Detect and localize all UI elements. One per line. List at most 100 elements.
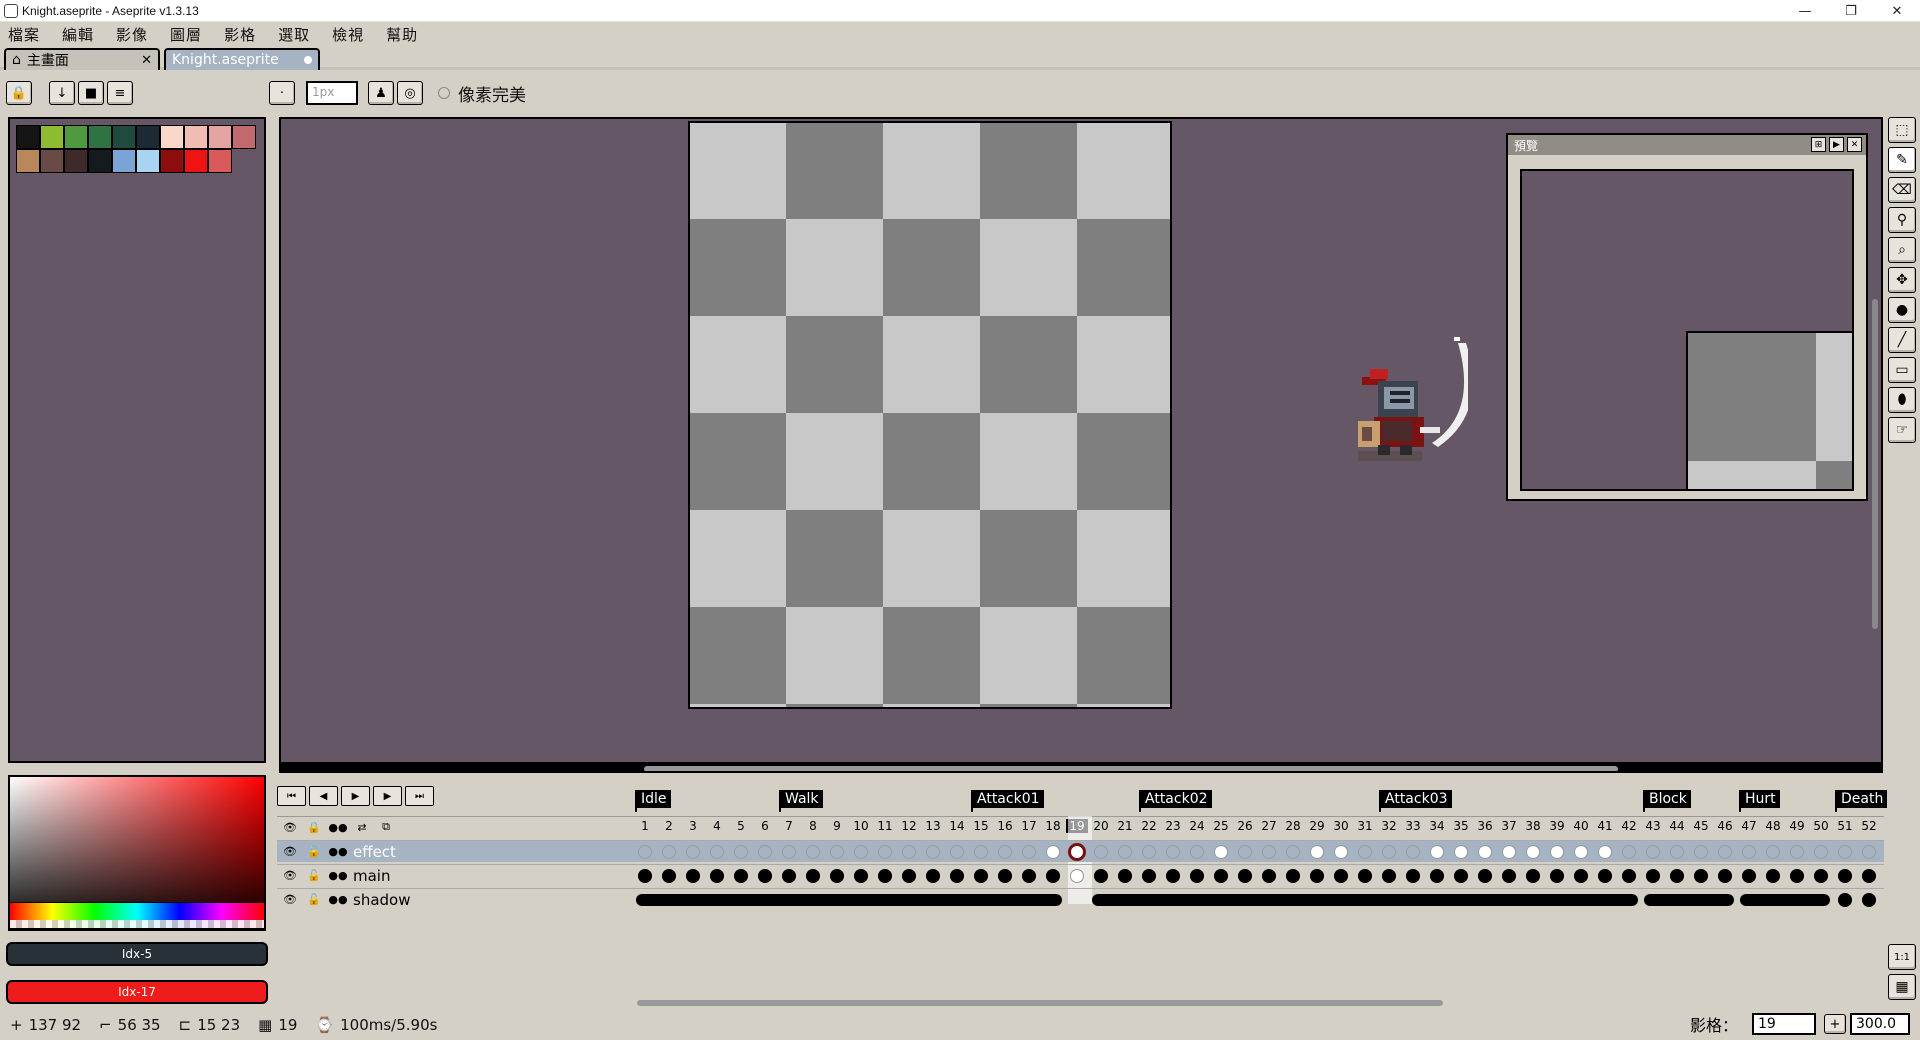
play-button[interactable]: ▶ bbox=[341, 786, 370, 806]
cel[interactable] bbox=[1790, 845, 1804, 859]
frame-number[interactable]: 1 bbox=[634, 819, 656, 833]
cel[interactable] bbox=[1190, 869, 1204, 883]
layers-icon[interactable]: ⧉ bbox=[377, 819, 395, 835]
cel[interactable] bbox=[902, 869, 916, 883]
frame-number[interactable]: 25 bbox=[1210, 819, 1232, 833]
cel[interactable] bbox=[1766, 869, 1780, 883]
frame-number[interactable]: 35 bbox=[1450, 819, 1472, 833]
cel[interactable] bbox=[1742, 845, 1756, 859]
frame-number[interactable]: 47 bbox=[1738, 819, 1760, 833]
cel[interactable] bbox=[758, 869, 772, 883]
layer-row-shadow[interactable]: 👁 🔓 ●● shadow bbox=[277, 888, 1884, 910]
palette-swatch[interactable] bbox=[112, 149, 136, 173]
minimize-button[interactable]: — bbox=[1782, 0, 1828, 22]
onion-skin-icon[interactable]: ●● bbox=[328, 891, 347, 907]
lock-icon[interactable]: 🔓 bbox=[305, 843, 323, 859]
cel[interactable] bbox=[1622, 845, 1636, 859]
frame-number[interactable]: 24 bbox=[1186, 819, 1208, 833]
cel[interactable] bbox=[1310, 845, 1324, 859]
cel[interactable] bbox=[806, 869, 820, 883]
cel[interactable] bbox=[1358, 869, 1372, 883]
menu-file[interactable]: 檔案 bbox=[8, 24, 40, 45]
frame-number[interactable]: 36 bbox=[1474, 819, 1496, 833]
layer-name[interactable]: main bbox=[353, 867, 390, 885]
cel[interactable] bbox=[854, 869, 868, 883]
cel[interactable] bbox=[710, 869, 724, 883]
cel[interactable] bbox=[1214, 869, 1228, 883]
frame-number[interactable]: 18 bbox=[1042, 819, 1064, 833]
palette-swatch[interactable] bbox=[160, 125, 184, 149]
cel[interactable] bbox=[1670, 869, 1684, 883]
palette-swatch[interactable] bbox=[208, 149, 232, 173]
preview-center-icon[interactable]: ⊞ bbox=[1811, 137, 1826, 152]
sprite-canvas[interactable] bbox=[688, 121, 1468, 709]
palette-swatch[interactable] bbox=[40, 149, 64, 173]
cel[interactable] bbox=[1454, 845, 1468, 859]
cel[interactable] bbox=[1238, 869, 1252, 883]
frame-tag[interactable]: Hurt bbox=[1739, 790, 1780, 812]
cel[interactable] bbox=[806, 845, 820, 859]
frame-number[interactable]: 40 bbox=[1570, 819, 1592, 833]
preview-play-icon[interactable]: ▶ bbox=[1829, 137, 1844, 152]
cel[interactable] bbox=[1334, 845, 1348, 859]
palette-swatch[interactable] bbox=[232, 125, 256, 149]
cel[interactable] bbox=[1862, 845, 1876, 859]
frame-tag[interactable]: Attack03 bbox=[1379, 790, 1452, 812]
lock-icon[interactable]: 🔓 bbox=[305, 891, 323, 907]
frame-number[interactable]: 42 bbox=[1618, 819, 1640, 833]
cel[interactable] bbox=[1046, 869, 1060, 883]
cel[interactable] bbox=[950, 869, 964, 883]
alpha-slider[interactable] bbox=[10, 920, 264, 928]
frame-number[interactable]: 8 bbox=[802, 819, 824, 833]
cel[interactable] bbox=[1382, 845, 1396, 859]
frame-number[interactable]: 12 bbox=[898, 819, 920, 833]
cel[interactable] bbox=[1190, 845, 1204, 859]
onion-skin-icon[interactable]: ●● bbox=[328, 843, 347, 859]
cel[interactable] bbox=[1238, 845, 1252, 859]
cel[interactable] bbox=[1838, 845, 1852, 859]
vertical-scrollbar[interactable] bbox=[1872, 299, 1878, 629]
frame-number[interactable]: 22 bbox=[1138, 819, 1160, 833]
cel[interactable] bbox=[1214, 845, 1228, 859]
cel[interactable] bbox=[1574, 869, 1588, 883]
cel[interactable] bbox=[1118, 845, 1132, 859]
link-icon[interactable]: ⇄ bbox=[353, 819, 371, 835]
palette-options-button[interactable]: ≡ bbox=[107, 81, 133, 105]
frame-number[interactable]: 17 bbox=[1018, 819, 1040, 833]
cel[interactable] bbox=[1022, 869, 1036, 883]
frame-number[interactable]: 48 bbox=[1762, 819, 1784, 833]
tab-home[interactable]: ⌂ 主畫面 ✕ bbox=[4, 48, 160, 70]
frame-number[interactable]: 6 bbox=[754, 819, 776, 833]
cel[interactable] bbox=[1646, 869, 1660, 883]
cel[interactable] bbox=[1718, 845, 1732, 859]
cel[interactable] bbox=[1526, 869, 1540, 883]
frame-number[interactable]: 51 bbox=[1834, 819, 1856, 833]
cel[interactable] bbox=[1454, 869, 1468, 883]
palette-swatch[interactable] bbox=[16, 125, 40, 149]
cel[interactable] bbox=[1838, 893, 1852, 907]
frame-number[interactable]: 45 bbox=[1690, 819, 1712, 833]
frame-number[interactable]: 46 bbox=[1714, 819, 1736, 833]
cel[interactable] bbox=[1166, 869, 1180, 883]
close-window-button[interactable]: ✕ bbox=[1874, 0, 1920, 22]
frame-number[interactable]: 28 bbox=[1282, 819, 1304, 833]
cel[interactable] bbox=[1068, 843, 1086, 861]
cel[interactable] bbox=[734, 869, 748, 883]
cel[interactable] bbox=[974, 845, 988, 859]
cel[interactable] bbox=[1262, 845, 1276, 859]
frame-number[interactable]: 37 bbox=[1498, 819, 1520, 833]
cel[interactable] bbox=[1526, 845, 1540, 859]
cel[interactable] bbox=[1406, 845, 1420, 859]
cel[interactable] bbox=[1646, 845, 1660, 859]
horizontal-scrollbar[interactable] bbox=[644, 766, 1618, 771]
cel[interactable] bbox=[1094, 869, 1108, 883]
cel[interactable] bbox=[1478, 845, 1492, 859]
pixel-perfect-checkbox[interactable] bbox=[438, 87, 450, 99]
frame-input[interactable]: 19 bbox=[1752, 1013, 1816, 1035]
palette-swatch[interactable] bbox=[112, 125, 136, 149]
cel[interactable] bbox=[662, 845, 676, 859]
cel[interactable] bbox=[1430, 869, 1444, 883]
cel[interactable] bbox=[1046, 845, 1060, 859]
palette-swatch[interactable] bbox=[184, 125, 208, 149]
palette-presets-button[interactable]: ■ bbox=[78, 81, 104, 105]
